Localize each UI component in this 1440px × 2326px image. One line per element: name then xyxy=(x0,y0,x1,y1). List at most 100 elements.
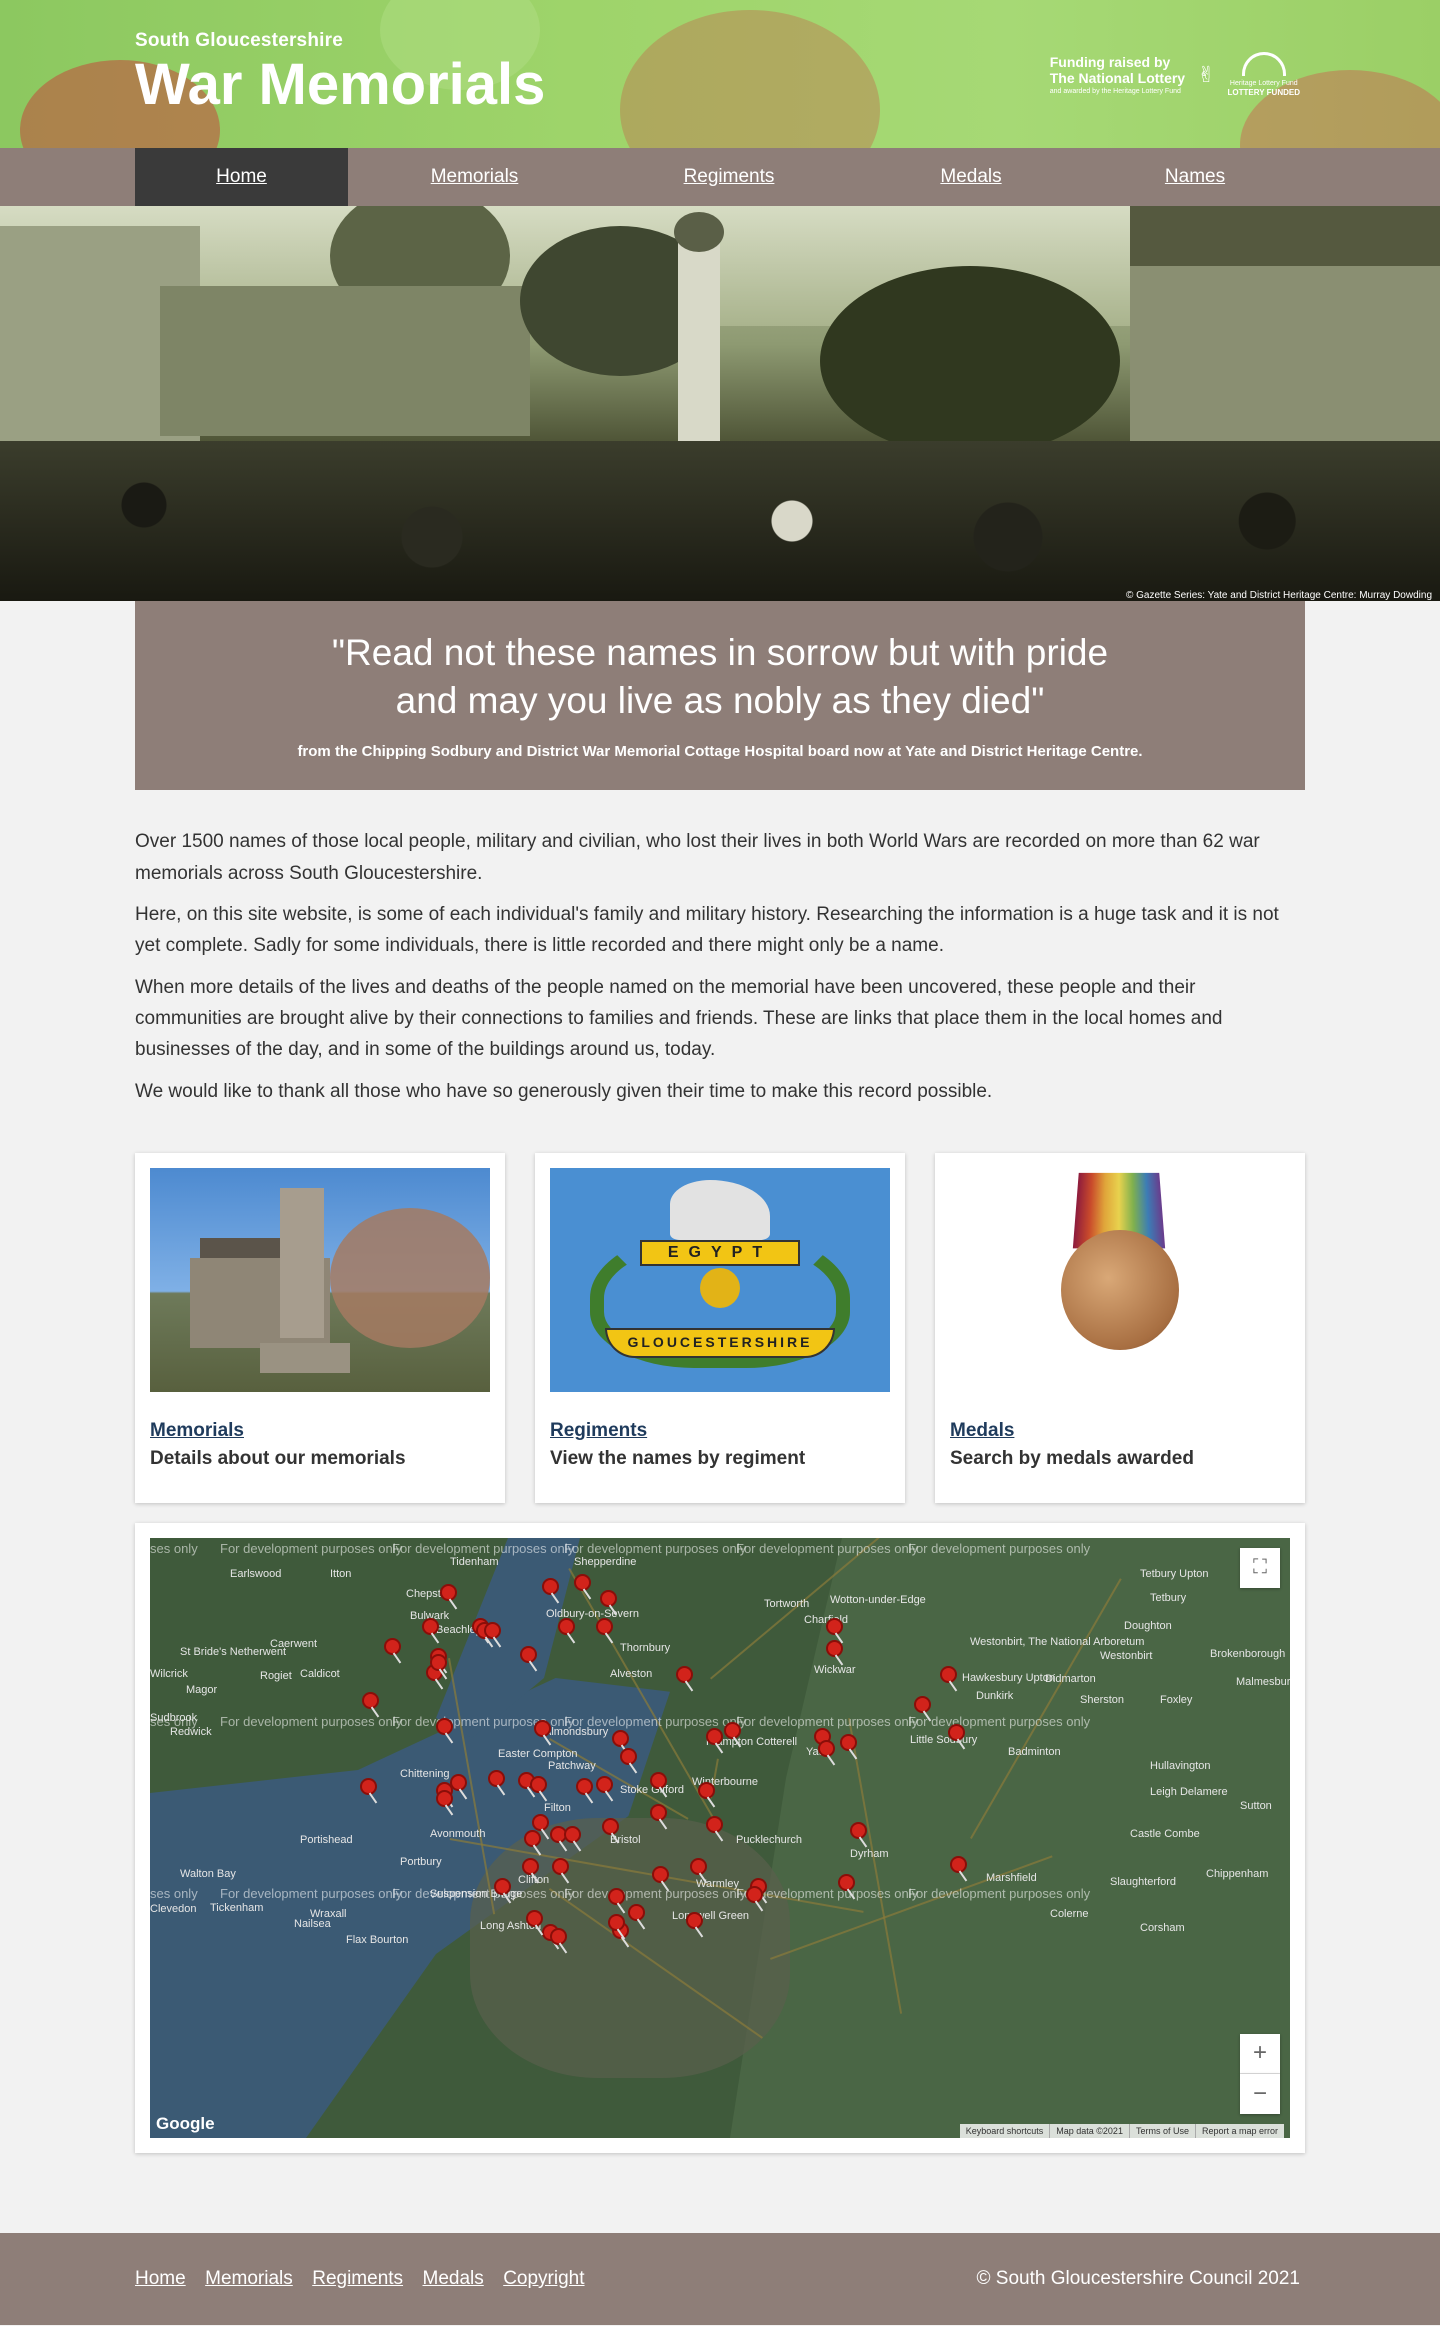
site-brand[interactable]: South Gloucestershire War Memorials xyxy=(135,30,545,114)
map-place-label: Thornbury xyxy=(620,1641,671,1654)
site-footer: Home Memorials Regiments Medals Copyrigh… xyxy=(0,2232,1440,2325)
fullscreen-icon[interactable]: ⛶ xyxy=(1240,1547,1280,1588)
memorial-pin-icon[interactable] xyxy=(574,1573,591,1591)
zoom-in-button[interactable]: + xyxy=(1240,2033,1280,2074)
lottery-small: and awarded by the Heritage Lottery Fund xyxy=(1049,88,1181,96)
memorial-pin-icon[interactable] xyxy=(686,1911,703,1929)
memorial-pin-icon[interactable] xyxy=(914,1695,931,1713)
map-place-label: Easter Compton xyxy=(498,1747,578,1760)
memorial-pin-icon[interactable] xyxy=(602,1817,619,1835)
memorials-map[interactable]: Tidenham Shepperdine Earlswood Itton Chepsto… xyxy=(150,1537,1290,2138)
memorial-pin-icon[interactable] xyxy=(360,1777,377,1795)
memorial-pin-icon[interactable] xyxy=(596,1617,613,1635)
memorial-pin-icon[interactable] xyxy=(436,1717,453,1735)
memorial-pin-icon[interactable] xyxy=(650,1771,667,1789)
nav-link-memorials[interactable]: Memorials xyxy=(431,166,519,188)
memorial-pin-icon[interactable] xyxy=(558,1617,575,1635)
memorial-pin-icon[interactable] xyxy=(550,1927,567,1945)
footer-link-medals[interactable]: Medals xyxy=(423,2268,484,2289)
memorial-pin-icon[interactable] xyxy=(850,1821,867,1839)
memorial-pin-icon[interactable] xyxy=(650,1803,667,1821)
memorial-pin-icon[interactable] xyxy=(534,1719,551,1737)
memorial-pin-icon[interactable] xyxy=(746,1885,763,1903)
memorial-pin-icon[interactable] xyxy=(676,1665,693,1683)
memorial-pin-icon[interactable] xyxy=(422,1617,439,1635)
memorial-church-image[interactable] xyxy=(150,1167,490,1392)
nav-link-medals[interactable]: Medals xyxy=(940,166,1001,188)
memorial-pin-icon[interactable] xyxy=(530,1775,547,1793)
memorial-pin-icon[interactable] xyxy=(948,1723,965,1741)
footer-link-memorials[interactable]: Memorials xyxy=(205,2268,293,2289)
map-place-label: Marshfield xyxy=(986,1871,1037,1884)
memorial-pin-icon[interactable] xyxy=(600,1589,617,1607)
card-medals[interactable]: Medals Search by medals awarded xyxy=(935,1152,1305,1503)
memorial-pin-icon[interactable] xyxy=(532,1813,549,1831)
memorial-pin-icon[interactable] xyxy=(484,1621,501,1639)
footer-link-copyright[interactable]: Copyright xyxy=(503,2268,584,2289)
memorial-pin-icon[interactable] xyxy=(706,1727,723,1745)
map-place-label: Avonmouth xyxy=(430,1827,486,1840)
memorial-pin-icon[interactable] xyxy=(838,1873,855,1891)
victory-medal-image[interactable] xyxy=(950,1167,1290,1392)
memorial-pin-icon[interactable] xyxy=(826,1639,843,1657)
memorial-pin-icon[interactable] xyxy=(940,1665,957,1683)
memorial-pin-icon[interactable] xyxy=(724,1721,741,1739)
nav-item-memorials[interactable]: Memorials xyxy=(348,148,601,206)
nav-item-home[interactable]: Home xyxy=(135,148,348,206)
memorial-pin-icon[interactable] xyxy=(564,1825,581,1843)
google-logo[interactable]: Google xyxy=(156,2114,215,2134)
memorial-pin-icon[interactable] xyxy=(612,1729,629,1747)
nav-item-names[interactable]: Names xyxy=(1085,148,1305,206)
memorial-pin-icon[interactable] xyxy=(362,1691,379,1709)
memorial-pin-icon[interactable] xyxy=(488,1769,505,1787)
nav-item-regiments[interactable]: Regiments xyxy=(601,148,857,206)
memorial-pin-icon[interactable] xyxy=(698,1781,715,1799)
card-regiments[interactable]: EGYPT GLOUCESTERSHIRE Regiments View the… xyxy=(535,1152,905,1503)
terms-link[interactable]: Terms of Use xyxy=(1128,2123,1195,2138)
footer-link-home[interactable]: Home xyxy=(135,2268,186,2289)
card-link-memorials[interactable]: Memorials xyxy=(150,1420,490,1442)
memorial-pin-icon[interactable] xyxy=(840,1733,857,1751)
card-link-medals[interactable]: Medals xyxy=(950,1420,1290,1442)
memorial-pin-icon[interactable] xyxy=(576,1777,593,1795)
memorial-pin-icon[interactable] xyxy=(818,1739,835,1757)
memorial-pin-icon[interactable] xyxy=(384,1637,401,1655)
memorial-pin-icon[interactable] xyxy=(494,1877,511,1895)
memorial-pin-icon[interactable] xyxy=(706,1815,723,1833)
memorial-pin-icon[interactable] xyxy=(690,1857,707,1875)
memorial-pin-icon[interactable] xyxy=(524,1829,541,1847)
map-data-text: Map data ©2021 xyxy=(1049,2123,1129,2138)
zoom-out-button[interactable]: − xyxy=(1240,2073,1280,2114)
memorial-pin-icon[interactable] xyxy=(522,1857,539,1875)
card-memorials[interactable]: Memorials Details about our memorials xyxy=(135,1152,505,1503)
memorial-pin-icon[interactable] xyxy=(620,1747,637,1765)
memorial-pin-icon[interactable] xyxy=(608,1913,625,1931)
heritage-fund-label: LOTTERY FUNDED xyxy=(1227,88,1300,98)
memorial-pin-icon[interactable] xyxy=(526,1909,543,1927)
memorial-pin-icon[interactable] xyxy=(596,1775,613,1793)
map-place-label: Sutton xyxy=(1240,1799,1272,1812)
card-link-regiments[interactable]: Regiments xyxy=(550,1420,890,1442)
memorial-pin-icon[interactable] xyxy=(950,1855,967,1873)
memorial-pin-icon[interactable] xyxy=(652,1865,669,1883)
memorial-pin-icon[interactable] xyxy=(628,1903,645,1921)
memorial-pin-icon[interactable] xyxy=(450,1773,467,1791)
memorial-pin-icon[interactable] xyxy=(430,1653,447,1671)
memorial-pin-icon[interactable] xyxy=(608,1887,625,1905)
dev-watermark: ses only xyxy=(150,1540,198,1556)
keyboard-shortcuts-link[interactable]: Keyboard shortcuts xyxy=(960,2124,1050,2138)
memorial-pin-icon[interactable] xyxy=(436,1789,453,1807)
regiment-badge-image[interactable]: EGYPT GLOUCESTERSHIRE xyxy=(550,1167,890,1392)
nav-link-names[interactable]: Names xyxy=(1165,166,1225,188)
memorial-pin-icon[interactable] xyxy=(542,1577,559,1595)
nav-link-regiments[interactable]: Regiments xyxy=(684,166,775,188)
memorial-pin-icon[interactable] xyxy=(520,1645,537,1663)
report-error-link[interactable]: Report a map error xyxy=(1194,2123,1284,2138)
nav-item-medals[interactable]: Medals xyxy=(857,148,1085,206)
memorial-pin-icon[interactable] xyxy=(552,1857,569,1875)
map-place-label: Patchway xyxy=(548,1759,596,1772)
nav-link-home[interactable]: Home xyxy=(216,166,267,188)
memorial-pin-icon[interactable] xyxy=(826,1617,843,1635)
memorial-pin-icon[interactable] xyxy=(440,1583,457,1601)
footer-link-regiments[interactable]: Regiments xyxy=(312,2268,403,2289)
